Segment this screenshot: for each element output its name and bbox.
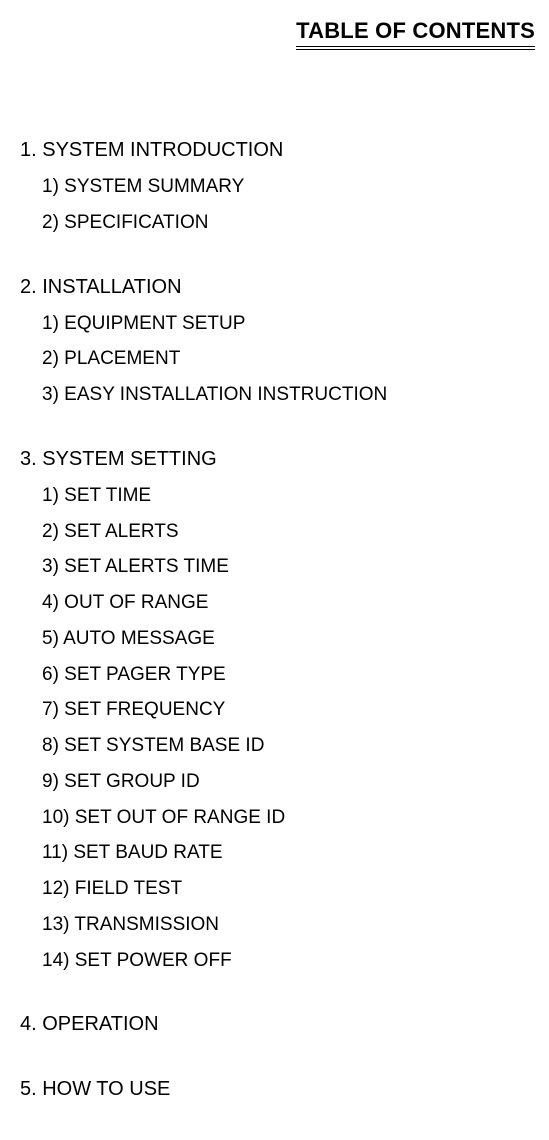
- toc-sub-item: 8) SET SYSTEM BASE ID: [20, 734, 549, 758]
- toc-sub-item: 14) SET POWER OFF: [20, 949, 549, 973]
- toc-sub-item: 12) FIELD TEST: [20, 877, 549, 901]
- toc-section: 1. SYSTEM INTRODUCTION: [20, 138, 549, 163]
- toc-sub-item: 1) EQUIPMENT SETUP: [20, 312, 549, 336]
- toc-section: 2. INSTALLATION: [20, 275, 549, 300]
- toc-sub-item: 2) SPECIFICATION: [20, 211, 549, 235]
- toc-sub-item: 2) PLACEMENT: [20, 347, 549, 371]
- toc-sub-item: 3) SET ALERTS TIME: [20, 555, 549, 579]
- toc-sub-item: 1) SET TIME: [20, 484, 549, 508]
- toc-sub-item: 5) AUTO MESSAGE: [20, 627, 549, 651]
- title-wrap: TABLE OF CONTENTS: [0, 18, 549, 50]
- toc-sub-item: 1) SYSTEM SUMMARY: [20, 175, 549, 199]
- toc-sub-item: 6) SET PAGER TYPE: [20, 663, 549, 687]
- toc-sub-item: 10) SET OUT OF RANGE ID: [20, 806, 549, 830]
- toc-section: 4. OPERATION: [20, 1012, 549, 1037]
- section-gap: [20, 1049, 549, 1077]
- toc-sub-item: 7) SET FREQUENCY: [20, 698, 549, 722]
- table-of-contents: 1. SYSTEM INTRODUCTION 1) SYSTEM SUMMARY…: [0, 138, 549, 1102]
- section-gap: [20, 984, 549, 1012]
- toc-sub-item: 13) TRANSMISSION: [20, 913, 549, 937]
- toc-sub-item: 2) SET ALERTS: [20, 520, 549, 544]
- toc-section: 3. SYSTEM SETTING: [20, 447, 549, 472]
- toc-section: 5. HOW TO USE: [20, 1077, 549, 1102]
- toc-sub-item: 9) SET GROUP ID: [20, 770, 549, 794]
- toc-sub-item: 3) EASY INSTALLATION INSTRUCTION: [20, 383, 549, 407]
- section-gap: [20, 247, 549, 275]
- toc-sub-item: 11) SET BAUD RATE: [20, 841, 549, 865]
- toc-sub-item: 4) OUT OF RANGE: [20, 591, 549, 615]
- page-title: TABLE OF CONTENTS: [296, 18, 535, 50]
- section-gap: [20, 419, 549, 447]
